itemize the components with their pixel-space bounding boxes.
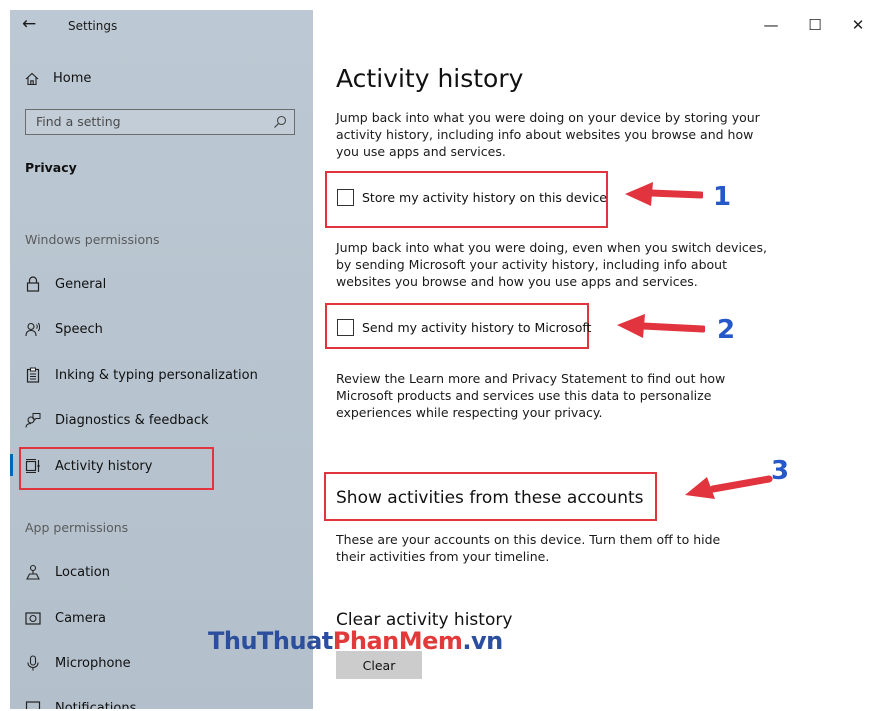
lock-icon	[25, 276, 41, 292]
accounts-description: These are your accounts on this device. …	[336, 532, 721, 564]
app-title: Settings	[68, 19, 118, 33]
clear-button[interactable]: Clear	[336, 651, 422, 679]
send-activity-label: Send my activity history to Microsoft	[362, 320, 592, 335]
privacy-description: Review the Learn more and Privacy Statem…	[336, 371, 726, 420]
sidebar-item-label: Diagnostics & feedback	[55, 412, 209, 428]
store-activity-label: Store my activity history on this device	[362, 190, 607, 205]
sidebar-item-label: Speech	[55, 321, 103, 337]
notifications-icon	[25, 700, 41, 709]
intro-text: Jump back into what you were doing on yo…	[336, 110, 760, 159]
sidebar-item-speech[interactable]: Speech	[25, 317, 305, 341]
close-button[interactable]: ✕	[848, 16, 868, 34]
sidebar-item-label: Location	[55, 564, 110, 580]
sidebar-item-label: Camera	[55, 610, 107, 626]
active-indicator	[10, 454, 13, 476]
speech-icon	[25, 321, 41, 337]
home-icon	[25, 72, 39, 85]
maximize-button[interactable]: ☐	[805, 16, 825, 34]
app-permissions-label: App permissions	[25, 520, 129, 535]
sidebar-item-label: General	[55, 276, 107, 292]
page-title: Activity history	[336, 64, 524, 93]
section-title: Privacy	[25, 160, 77, 175]
watermark-part-c: .vn	[462, 627, 503, 655]
feedback-icon	[25, 412, 41, 428]
sidebar-item-diagnostics[interactable]: Diagnostics & feedback	[25, 408, 305, 432]
windows-permissions-label: Windows permissions	[25, 232, 160, 247]
minimize-button[interactable]: —	[761, 16, 781, 34]
sidebar-item-label: Inking & typing personalization	[55, 367, 258, 383]
store-activity-checkbox-row[interactable]: Store my activity history on this device	[337, 189, 607, 206]
annotation-arrow-1	[625, 182, 703, 206]
sidebar-item-inking[interactable]: Inking & typing personalization	[25, 363, 305, 387]
highlight-box-sidebar	[19, 447, 214, 490]
annotation-number-1: 1	[713, 182, 732, 212]
main-content: — ☐ ✕ Activity history Jump back into wh…	[313, 10, 868, 709]
accounts-heading: Show activities from these accounts	[336, 488, 644, 508]
sidebar-item-label: Microphone	[55, 655, 131, 671]
sidebar-item-home[interactable]: Home	[25, 71, 91, 86]
send-activity-checkbox-row[interactable]: Send my activity history to Microsoft	[337, 319, 591, 336]
sidebar-item-label: Notifications	[55, 700, 137, 710]
microphone-icon	[25, 655, 41, 671]
clipboard-icon	[25, 367, 41, 383]
send-activity-checkbox[interactable]	[337, 319, 354, 336]
back-arrow-icon[interactable]: ←	[22, 14, 36, 34]
search-box[interactable]: Find a setting	[25, 109, 295, 135]
search-icon[interactable]	[272, 114, 288, 130]
annotation-number-2: 2	[717, 315, 736, 345]
watermark-part-b: PhanMem	[332, 627, 463, 655]
sidebar-item-location[interactable]: Location	[25, 560, 305, 584]
annotation-arrow-3	[685, 475, 773, 499]
annotation-number-3: 3	[771, 456, 790, 486]
sidebar: ← Settings Home Find a setting Privacy W…	[10, 10, 313, 709]
store-activity-checkbox[interactable]	[337, 189, 354, 206]
home-label: Home	[53, 71, 92, 86]
sidebar-item-notifications[interactable]: Notifications	[25, 696, 305, 709]
annotation-arrow-2	[617, 314, 705, 338]
sidebar-item-general[interactable]: General	[25, 272, 305, 296]
watermark-logo: ThuThuatPhanMem.vn	[208, 627, 503, 655]
watermark-part-a: ThuThuat	[208, 627, 333, 655]
location-icon	[25, 564, 41, 580]
settings-window: ← Settings Home Find a setting Privacy W…	[10, 10, 868, 709]
search-input[interactable]: Find a setting	[36, 114, 121, 129]
send-description: Jump back into what you were doing, even…	[336, 240, 767, 289]
camera-icon	[25, 610, 41, 626]
